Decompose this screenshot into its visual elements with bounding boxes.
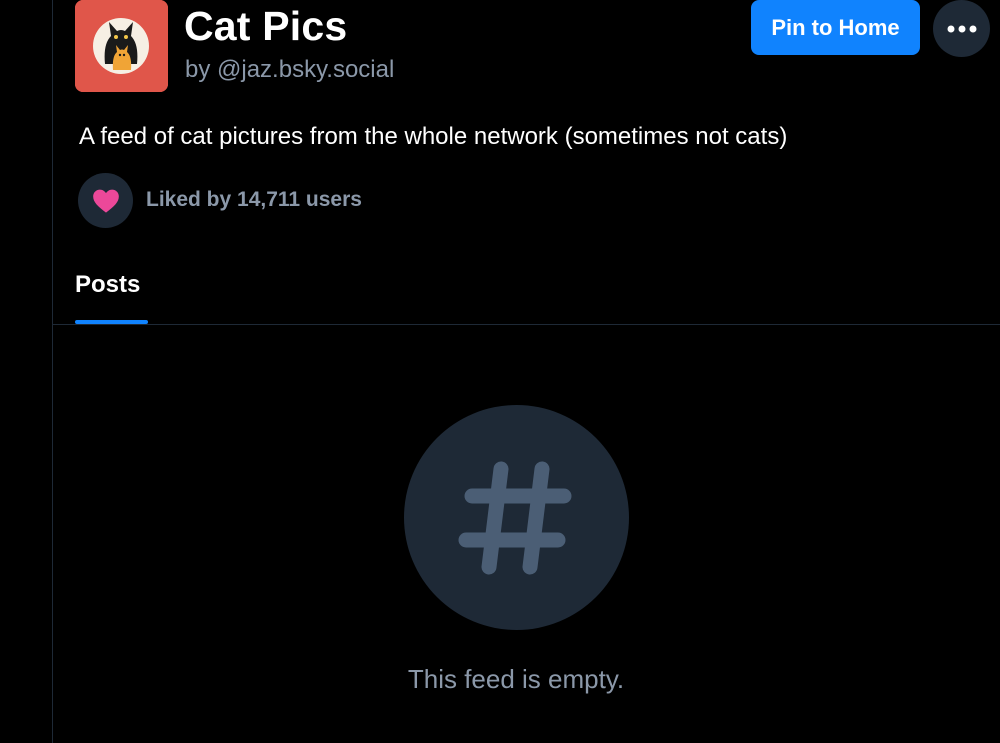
tabs-divider bbox=[53, 324, 1000, 325]
feed-avatar bbox=[75, 0, 168, 92]
liked-by-count[interactable]: Liked by 14,711 users bbox=[146, 186, 362, 214]
empty-state-icon-circle bbox=[404, 405, 629, 630]
feed-description: A feed of cat pictures from the whole ne… bbox=[79, 123, 788, 150]
feed-author-byline[interactable]: by @jaz.bsky.social bbox=[185, 55, 394, 85]
left-column-border bbox=[52, 0, 53, 743]
like-feed-button[interactable] bbox=[78, 173, 133, 228]
ellipsis-icon bbox=[947, 25, 976, 32]
hashtag-icon bbox=[458, 461, 571, 574]
tab-posts[interactable]: Posts bbox=[75, 265, 148, 325]
cat-avatar-icon bbox=[75, 0, 168, 92]
heart-icon bbox=[92, 189, 119, 213]
feed-page: Cat Pics by @jaz.bsky.social Pin to Home… bbox=[0, 0, 1000, 743]
tab-posts-label: Posts bbox=[75, 271, 141, 298]
feed-title: Cat Pics bbox=[184, 3, 348, 49]
empty-feed-message: This feed is empty. bbox=[407, 664, 625, 694]
pin-to-home-button[interactable]: Pin to Home bbox=[751, 0, 920, 55]
more-options-button[interactable] bbox=[933, 0, 990, 57]
